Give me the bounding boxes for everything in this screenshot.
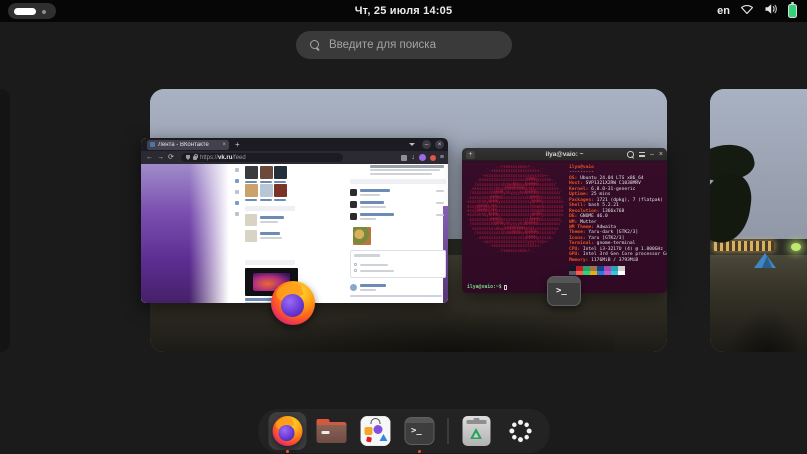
firefox-nav-bar: ← → ⟳ https://vk.ru/feed ↓ ≡	[141, 151, 448, 164]
vk-audio-row	[350, 188, 446, 198]
terminal-window-app-icon[interactable]: >_	[547, 276, 581, 306]
dock-app-center-button[interactable]	[356, 412, 394, 450]
clock[interactable]: Чт, 25 июля 14:05	[0, 0, 807, 22]
dash-dock: >_	[258, 409, 549, 453]
terminal-icon: >_	[404, 417, 434, 445]
dock-separator	[447, 418, 448, 444]
terminal-header-bar: + ilya@vaio: ~ – ×	[462, 148, 667, 161]
vk-audio-row	[350, 200, 446, 210]
app-center-icon	[360, 416, 390, 446]
tab-title: Лента - ВКонтакте	[158, 142, 209, 148]
close-button[interactable]: ×	[435, 140, 444, 149]
url-text: https://vk.ru/feed	[200, 155, 246, 161]
account-icon[interactable]	[419, 154, 426, 161]
vk-favicon	[150, 142, 155, 147]
dock-trash-button[interactable]	[457, 412, 495, 450]
firefox-tab[interactable]: Лента - ВКонтакте ×	[147, 140, 229, 150]
volume-icon[interactable]	[764, 2, 778, 20]
vk-audio-header	[350, 179, 446, 184]
shell-prompt: ilya@vaio:~$	[467, 285, 507, 291]
top-bar: Чт, 25 июля 14:05 en	[0, 0, 807, 22]
vk-post-text	[370, 165, 444, 168]
neofetch-color-palette	[569, 266, 625, 275]
lock-icon[interactable]	[193, 156, 197, 160]
minimize-button[interactable]: –	[422, 140, 431, 149]
show-apps-icon	[507, 418, 533, 444]
pocket-icon[interactable]	[430, 155, 436, 161]
tracking-shield-icon[interactable]	[186, 155, 190, 160]
dock-firefox-button[interactable]	[268, 412, 306, 450]
vk-section-header	[245, 260, 295, 265]
files-icon	[316, 419, 346, 443]
vk-post-avatar	[350, 284, 357, 291]
battery-icon[interactable]	[788, 4, 797, 18]
workspace-thumbnail-left[interactable]	[0, 89, 10, 352]
firefox-tab-bar: Лента - ВКонтакте × + – ×	[141, 138, 448, 151]
search-placeholder: Введите для поиска	[329, 39, 436, 51]
wallpaper-green-light	[791, 243, 801, 251]
back-icon[interactable]: ←	[146, 151, 153, 164]
list-tabs-icon[interactable]	[409, 143, 415, 146]
vk-left-gradient	[141, 164, 229, 303]
app-menu-icon[interactable]: ≡	[440, 154, 444, 161]
firefox-window[interactable]: Лента - ВКонтакте × + – × ← → ⟳ https://…	[141, 138, 448, 303]
dock-files-button[interactable]	[312, 412, 350, 450]
trash-icon	[462, 416, 490, 446]
reload-icon[interactable]: ⟳	[168, 151, 174, 164]
terminal-body: .-/+oossssoo+/-. `:+ssssssssssssssssss+:…	[462, 162, 667, 293]
workspace-thumbnail-right[interactable]	[710, 89, 807, 352]
url-bar[interactable]: https://vk.ru/feed	[181, 153, 343, 162]
vk-section-header	[245, 206, 295, 211]
firefox-window-app-icon[interactable]	[271, 281, 315, 325]
dock-terminal-button[interactable]: >_	[400, 412, 438, 450]
forward-icon[interactable]: →	[157, 151, 164, 164]
vk-friends-grid	[245, 166, 289, 201]
wallpaper-tent	[754, 253, 776, 268]
firefox-icon	[272, 416, 302, 446]
extension-icon[interactable]	[401, 155, 407, 161]
vk-nav-rail	[233, 168, 241, 223]
search-icon	[310, 40, 321, 51]
search-input[interactable]: Введите для поиска	[296, 31, 512, 59]
wifi-icon[interactable]	[740, 2, 754, 20]
running-indicator	[286, 450, 289, 453]
terminal-minimize-button[interactable]: –	[650, 148, 654, 161]
system-status-area[interactable]: en	[717, 0, 797, 22]
vk-friend-row	[245, 230, 291, 243]
keyboard-layout-indicator[interactable]: en	[717, 5, 730, 17]
terminal-search-icon[interactable]	[627, 151, 634, 158]
neofetch-info: ilya@vaio---------OS: Ubuntu 24.04 LTS x…	[569, 165, 667, 263]
running-indicator	[418, 450, 421, 453]
tab-close-icon[interactable]: ×	[222, 142, 226, 148]
vk-audio-row	[350, 212, 446, 222]
new-tab-button[interactable]: +	[235, 140, 240, 149]
downloads-icon[interactable]: ↓	[411, 154, 415, 161]
terminal-menu-icon[interactable]	[639, 152, 645, 157]
vk-friend-row	[245, 214, 291, 227]
dock-show-apps-button[interactable]	[501, 412, 539, 450]
neofetch-ubuntu-ascii-logo: .-/+oossssoo+/-. `:+ssssssssssssssssss+:…	[467, 165, 563, 253]
terminal-close-button[interactable]: ×	[659, 148, 663, 161]
vk-photo-thumbnail	[353, 227, 371, 245]
terminal-cursor	[504, 285, 508, 291]
wallpaper-grass	[710, 255, 807, 352]
terminal-window[interactable]: + ilya@vaio: ~ – × .-/+oossssoo+/-. `:+s…	[462, 148, 667, 293]
